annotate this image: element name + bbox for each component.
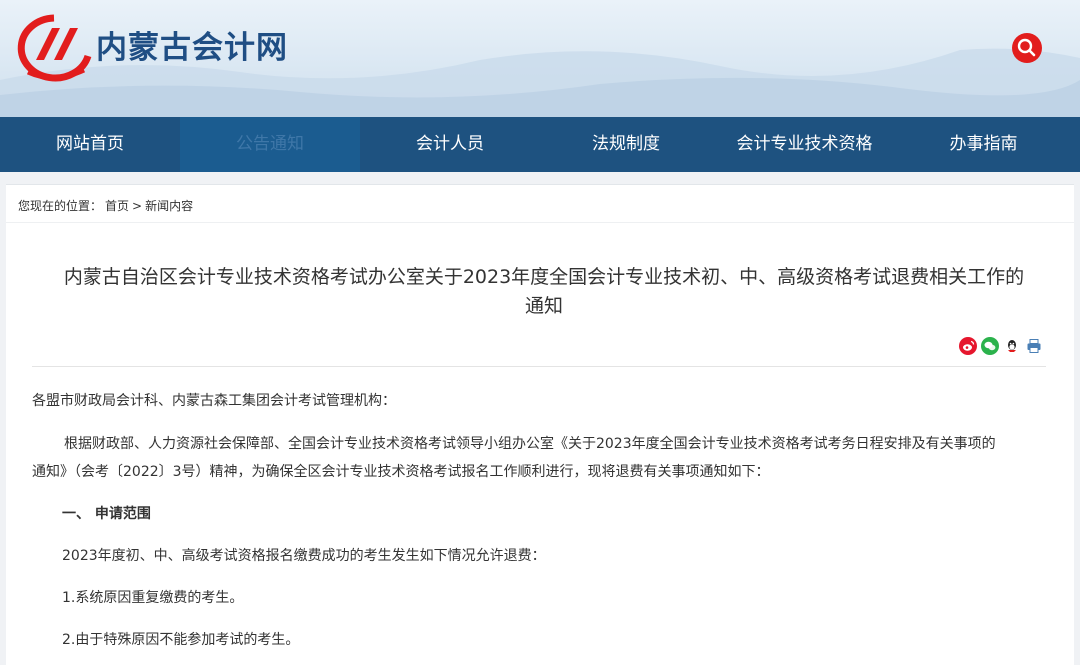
site-name[interactable]: 内蒙古会计网 — [96, 22, 288, 67]
article-card: 您现在的位置： 首页 > 新闻内容 内蒙古自治区会计专业技术资格考试办公室关于2023… — [6, 184, 1074, 665]
breadcrumb-prefix: 您现在的位置： — [18, 199, 103, 213]
search-button[interactable] — [1012, 33, 1042, 63]
weibo-icon[interactable] — [959, 337, 977, 355]
print-icon[interactable] — [1025, 337, 1043, 355]
section-intro: 2023年度初、中、高级考试资格报名缴费成功的考生发生如下情况允许退费： — [62, 548, 546, 564]
nav-item-home[interactable]: 网站首页 — [0, 117, 180, 172]
breadcrumb-home-link[interactable]: 首页 — [105, 199, 129, 213]
list-item: 1.系统原因重复缴费的考生。 — [62, 590, 244, 606]
breadcrumb-divider — [6, 222, 1074, 223]
section-heading: 一、 申请范围 — [62, 506, 151, 522]
wechat-icon[interactable] — [981, 337, 999, 355]
title-divider — [32, 366, 1046, 367]
body-paragraph-line2: 通知》（会考〔2022〕3号）精神，为确保全区会计专业技术资格考试报名工作顺利进… — [32, 464, 770, 480]
search-icon — [1017, 38, 1036, 57]
nav-item-accountants[interactable]: 会计人员 — [360, 117, 540, 172]
nav-item-announcements[interactable]: 公告通知 — [180, 117, 360, 172]
breadcrumb-separator: > — [132, 199, 143, 213]
site-header: 内蒙古会计网 — [0, 0, 1080, 117]
nav-item-guide[interactable]: 办事指南 — [897, 117, 1070, 172]
body-paragraph-line1: 根据财政部、人力资源社会保障部、全国会计专业技术资格考试领导小组办公室《关于20… — [64, 436, 996, 452]
red-arc-logo-icon[interactable] — [14, 12, 94, 84]
nav-item-qualifications[interactable]: 会计专业技术资格 — [712, 117, 897, 172]
nav-item-regulations[interactable]: 法规制度 — [540, 117, 712, 172]
salutation: 各盟市财政局会计科、内蒙古森工集团会计考试管理机构： — [32, 393, 396, 409]
main-nav: 网站首页 公告通知 会计人员 法规制度 会计专业技术资格 办事指南 — [0, 117, 1080, 172]
article-title-line2: 通知 — [524, 295, 563, 317]
article-title-line1: 内蒙古自治区会计专业技术资格考试办公室关于2023年度全国会计专业技术初、中、高… — [63, 266, 1025, 288]
breadcrumb-current: 新闻内容 — [145, 199, 194, 213]
qq-icon[interactable] — [1003, 337, 1021, 355]
article-title: 内蒙古自治区会计专业技术资格考试办公室关于2023年度全国会计专业技术初、中、高… — [34, 263, 1054, 321]
breadcrumb: 您现在的位置： 首页 > 新闻内容 — [18, 197, 196, 214]
